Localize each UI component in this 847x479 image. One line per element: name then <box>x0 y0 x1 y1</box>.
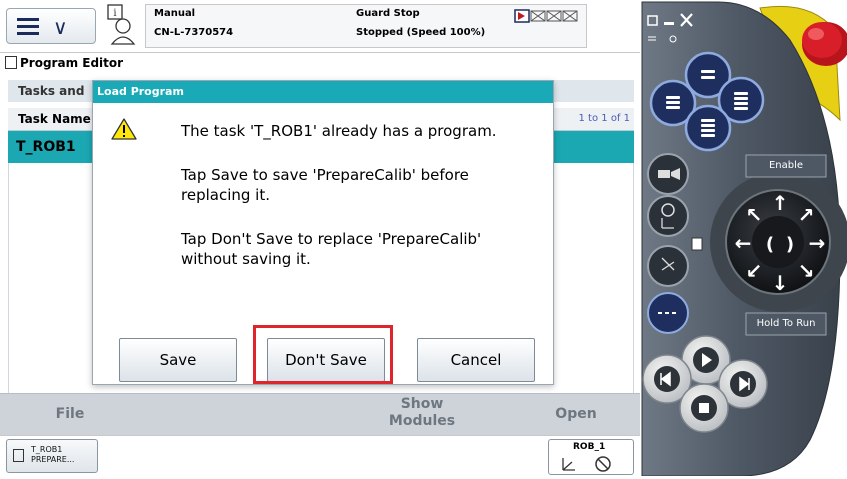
quickset-rob1-button[interactable]: ROB_1 <box>548 439 634 475</box>
dialog-message-line2b: replacing it. <box>181 186 270 204</box>
svg-text:↘: ↘ <box>798 259 815 283</box>
svg-text:): ) <box>786 234 794 255</box>
hold-mode-button[interactable] <box>647 292 689 334</box>
svg-text:→: → <box>809 231 826 255</box>
speed-status: Stopped (Speed 100%) <box>356 27 486 38</box>
hamburger-icon <box>17 18 39 35</box>
status-panel[interactable]: Manual CN-L-7370574 Guard Stop Stopped (… <box>145 4 587 48</box>
tasks-header-label: Tasks and <box>18 84 85 98</box>
show-modules-line1: Show <box>400 396 444 412</box>
operating-mode: Manual <box>154 8 196 19</box>
enable-label: Enable <box>768 160 804 171</box>
controller-state: Guard Stop <box>356 8 420 19</box>
dialog-message-line1: The task 'T_ROB1' already has a program. <box>181 122 497 140</box>
programmable-key-4[interactable] <box>684 104 732 152</box>
dialog-message-line3a: Tap Don't Save to replace 'PrepareCalib' <box>181 230 482 248</box>
bottom-toolbar: File Show Modules Open <box>0 393 640 436</box>
joystick[interactable]: ↑ ↓ ← → ↖ ↗ ↙ ↘ () <box>710 172 847 312</box>
svg-text:↖: ↖ <box>746 203 763 227</box>
status-bar: ∨ i Manual CN-L-7370574 Guard Stop Stopp… <box>0 0 640 53</box>
mechanical-unit-icons <box>514 9 578 23</box>
program-editor-icon <box>5 56 17 69</box>
joystick-lock-icon <box>691 237 703 251</box>
svg-text:↙: ↙ <box>746 259 763 283</box>
task-tab-line1: T_ROB1 <box>31 445 63 454</box>
open-button[interactable]: Open <box>546 406 606 422</box>
svg-text:↗: ↗ <box>798 203 815 227</box>
task-tab-program-editor[interactable]: T_ROB1 PREPARE... <box>6 439 98 473</box>
dialog-title-bar: Load Program <box>93 81 553 103</box>
flexpendant-body: ↑ ↓ ← → ↖ ↗ ↙ ↘ () <box>641 1 847 477</box>
dialog-message-line3b: without saving it. <box>181 250 311 268</box>
task-tab-line2: PREPARE... <box>31 455 75 464</box>
svg-text:i: i <box>113 8 116 19</box>
app-title: Program Editor <box>20 56 124 70</box>
flexpendant-panel: ↑ ↓ ← → ↖ ↗ ↙ ↘ () Enable Hold To Run <box>640 0 847 477</box>
task-name-cell: T_ROB1 <box>16 139 76 155</box>
controller-name: CN-L-7370574 <box>154 27 234 38</box>
svg-text:↓: ↓ <box>772 271 789 295</box>
column-task-name: Task Name <box>18 112 91 126</box>
select-mechanical-unit-button[interactable] <box>647 153 689 195</box>
hold-to-run-label: Hold To Run <box>756 318 816 329</box>
program-editor-icon <box>13 449 24 462</box>
svg-text:(: ( <box>766 234 774 255</box>
chevron-down-icon: ∨ <box>53 15 68 39</box>
cancel-button[interactable]: Cancel <box>417 338 535 382</box>
app-title-bar: Program Editor <box>0 52 640 74</box>
file-button[interactable]: File <box>40 406 100 422</box>
dialog-message-line2a: Tap Save to save 'PrepareCalib' before <box>181 166 469 184</box>
main-menu-button[interactable]: ∨ <box>6 8 96 44</box>
show-modules-line2: Modules <box>388 413 456 429</box>
save-button[interactable]: Save <box>119 338 237 382</box>
highlight-box <box>253 325 393 384</box>
motion-mode-button[interactable] <box>647 195 689 237</box>
stop-button[interactable] <box>679 383 729 433</box>
show-modules-button[interactable]: Show Modules <box>372 396 472 430</box>
warning-icon <box>111 118 137 140</box>
increment-button[interactable] <box>647 245 689 287</box>
rob-tab-label: ROB_1 <box>573 442 606 452</box>
svg-text:←: ← <box>735 231 752 255</box>
row-count: 1 to 1 of 1 <box>578 113 630 124</box>
jog-coordinate-icon <box>562 456 611 472</box>
dialog-title: Load Program <box>97 85 184 98</box>
operator-icon[interactable]: i <box>105 2 137 48</box>
svg-text:↑: ↑ <box>772 191 789 215</box>
